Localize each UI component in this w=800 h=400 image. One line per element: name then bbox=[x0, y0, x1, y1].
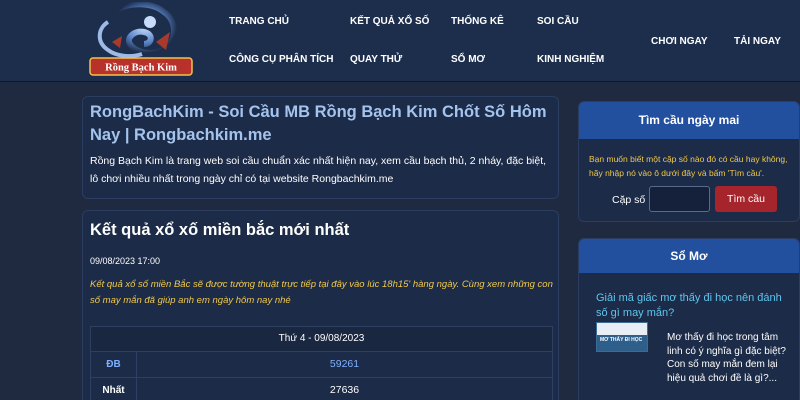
intro-panel: RongBachKim - Soi Cầu MB Rồng Bạch Kim C… bbox=[82, 96, 559, 199]
tai-ngay-link[interactable]: TẢI NGAY bbox=[734, 36, 781, 47]
table-row-nhat: Nhất 27636 bbox=[90, 378, 553, 400]
cap-so-input[interactable] bbox=[649, 186, 710, 212]
choi-ngay-link[interactable]: CHƠI NGAY bbox=[651, 36, 708, 47]
table-header: Thứ 4 - 09/08/2023 bbox=[90, 326, 553, 352]
find-cau-widget: Tìm cầu ngày mai Bạn muốn biết một cặp s… bbox=[578, 101, 800, 222]
nav-thong-ke[interactable]: THỐNG KÊ bbox=[451, 16, 504, 27]
thumbnail-caption: MƠ THẤY ĐI HỌC bbox=[600, 337, 643, 343]
so-mo-widget: Sổ Mơ Giải mã giấc mơ thấy đi học nên đá… bbox=[578, 238, 800, 400]
so-mo-title: Sổ Mơ bbox=[579, 239, 799, 273]
results-note: Kết quả xổ số miền Bắc sẽ được tường thu… bbox=[90, 279, 553, 306]
nav-trang-chu[interactable]: TRANG CHỦ bbox=[229, 16, 289, 27]
nav-ket-qua-xo-so[interactable]: KẾT QUẢ XỔ SỐ bbox=[350, 16, 429, 27]
nav-cong-cu-phan-tich[interactable]: CÔNG CỤ PHÂN TÍCH bbox=[229, 54, 333, 65]
somo-article-link[interactable]: Giải mã giấc mơ thấy đi học nên đánh số … bbox=[596, 291, 796, 321]
row-label: ĐB bbox=[91, 352, 137, 377]
row-label: Nhất bbox=[91, 378, 137, 400]
row-value: 59261 bbox=[329, 358, 360, 370]
cap-so-label: Cặp số bbox=[612, 194, 646, 206]
page-title: RongBachKim - Soi Cầu MB Rồng Bạch Kim C… bbox=[90, 103, 547, 144]
table-row-db: ĐB 59261 bbox=[90, 352, 553, 378]
somo-article-excerpt: Mơ thấy đi học trong tâm linh có ý nghĩa… bbox=[667, 332, 786, 384]
find-widget-title: Tìm cầu ngày mai bbox=[579, 102, 799, 139]
site-header: Rồng Bạch Kim TRANG CHỦ KẾT QUẢ XỔ SỐ TH… bbox=[0, 0, 800, 82]
nav-soi-cau[interactable]: SOI CẦU bbox=[537, 16, 579, 27]
somo-article-thumbnail[interactable]: MƠ THẤY ĐI HỌC bbox=[596, 322, 648, 352]
intro-description: Rồng Bạch Kim là trang web soi cầu chuẩn… bbox=[90, 155, 547, 185]
site-logo[interactable]: Rồng Bạch Kim bbox=[86, 1, 196, 80]
results-datetime: 09/08/2023 17:00 bbox=[90, 256, 161, 266]
nav-kinh-nghiem[interactable]: KINH NGHIỆM bbox=[537, 54, 604, 65]
thumbnail-banner bbox=[597, 323, 647, 335]
results-title: Kết quả xổ xố miền bắc mới nhất bbox=[90, 221, 350, 239]
nav-quay-thu[interactable]: QUAY THỬ bbox=[350, 54, 402, 65]
results-table: Thứ 4 - 09/08/2023 ĐB 59261 Nhất 27636 bbox=[90, 326, 553, 400]
svg-text:Rồng Bạch Kim: Rồng Bạch Kim bbox=[105, 63, 177, 74]
results-panel: Kết quả xổ xố miền bắc mới nhất 09/08/20… bbox=[82, 210, 559, 400]
tim-cau-button[interactable]: Tìm cầu bbox=[715, 186, 777, 212]
nav-so-mo[interactable]: SỔ MƠ bbox=[451, 54, 485, 65]
find-description: Bạn muốn biết một cặp số nào đó có cầu h… bbox=[589, 154, 788, 178]
row-value: 27636 bbox=[329, 384, 360, 396]
dragon-logo-icon: Rồng Bạch Kim bbox=[89, 1, 193, 76]
